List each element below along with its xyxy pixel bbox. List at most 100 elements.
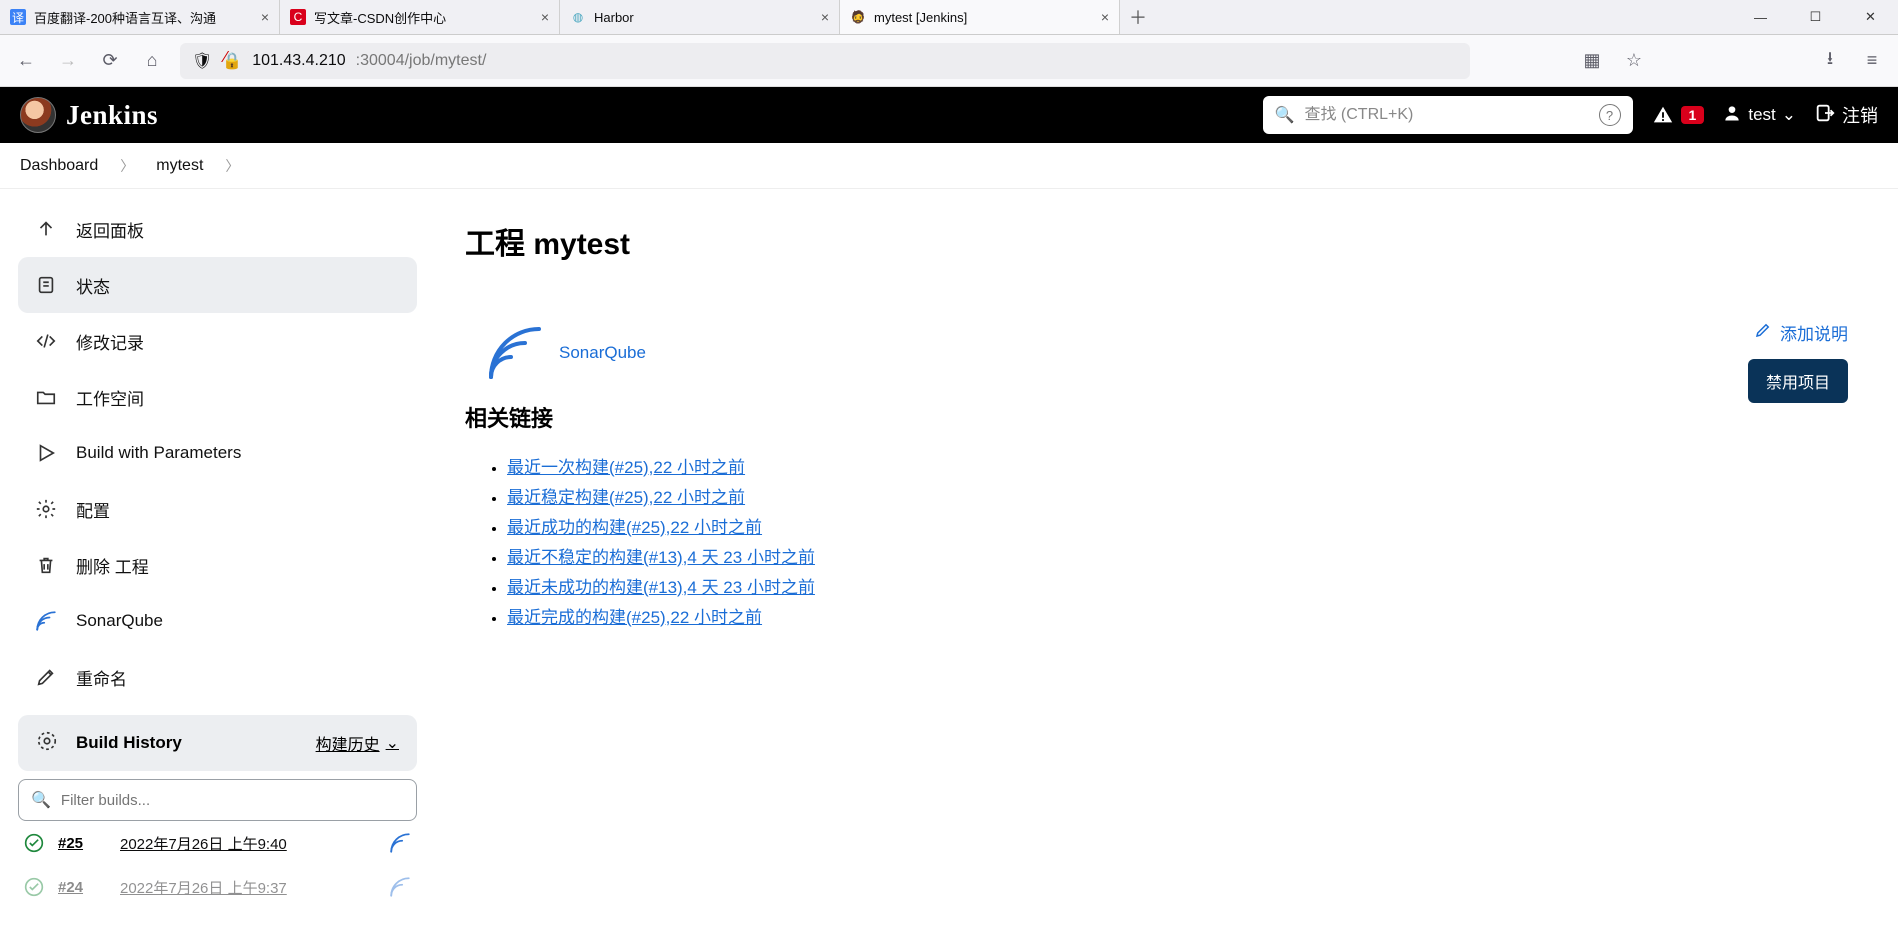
- sidebar-item-label: 重命名: [76, 665, 127, 690]
- logout-button[interactable]: 注销: [1814, 102, 1878, 129]
- qr-icon[interactable]: ▦: [1578, 47, 1606, 75]
- jenkins-logo-icon: [20, 97, 56, 133]
- tab-label: Harbor: [594, 10, 813, 25]
- bookmark-icon[interactable]: ☆: [1620, 47, 1648, 75]
- alerts[interactable]: 1: [1651, 103, 1705, 127]
- sonarqube-icon[interactable]: [389, 876, 411, 898]
- sidebar-item-build-params[interactable]: Build with Parameters: [18, 425, 417, 481]
- back-button[interactable]: ←: [12, 47, 40, 75]
- build-row[interactable]: #24 2022年7月26日 上午9:37: [18, 865, 417, 909]
- build-time[interactable]: 2022年7月26日 上午9:37: [120, 877, 375, 898]
- build-number[interactable]: #24: [58, 879, 106, 896]
- build-filter[interactable]: 🔍: [18, 779, 417, 821]
- crumb-dashboard[interactable]: Dashboard: [20, 157, 98, 175]
- user-name: test: [1748, 105, 1775, 125]
- build-number[interactable]: #25: [58, 835, 106, 852]
- sonarqube-icon[interactable]: [389, 832, 411, 854]
- browser-tab[interactable]: C 写文章-CSDN创作中心 ×: [280, 0, 560, 34]
- sidebar-item-label: SonarQube: [76, 611, 163, 631]
- add-description-button[interactable]: 添加说明: [1754, 320, 1848, 345]
- search-icon: 🔍: [31, 790, 51, 810]
- sidebar-item-changes[interactable]: 修改记录: [18, 313, 417, 369]
- browser-tab-active[interactable]: 🧔 mytest [Jenkins] ×: [840, 0, 1120, 34]
- chevron-right-icon: 〉: [225, 156, 239, 176]
- build-filter-input[interactable]: [61, 792, 404, 809]
- related-links-heading: 相关链接: [465, 401, 1848, 433]
- help-icon[interactable]: ?: [1599, 104, 1621, 126]
- code-icon: [34, 329, 58, 353]
- sidebar-item-workspace[interactable]: 工作空间: [18, 369, 417, 425]
- related-link[interactable]: 最近成功的构建(#25),22 小时之前: [507, 518, 762, 537]
- sidebar-item-delete[interactable]: 删除 工程: [18, 537, 417, 593]
- related-link[interactable]: 最近稳定构建(#25),22 小时之前: [507, 488, 745, 507]
- sidebar-item-rename[interactable]: 重命名: [18, 649, 417, 705]
- search-input[interactable]: [1304, 106, 1588, 124]
- sidebar-item-label: 删除 工程: [76, 553, 149, 578]
- disable-project-button[interactable]: 禁用项目: [1748, 359, 1848, 403]
- sidebar: 返回面板 状态 修改记录 工作空间 Build with Parameters …: [0, 189, 435, 944]
- browser-tab[interactable]: ◍ Harbor ×: [560, 0, 840, 34]
- sonarqube-label: SonarQube: [559, 343, 646, 363]
- close-window-button[interactable]: ✕: [1843, 0, 1898, 34]
- brand-text: Jenkins: [66, 100, 158, 131]
- maximize-button[interactable]: ☐: [1788, 0, 1843, 34]
- sidebar-item-label: 状态: [76, 273, 110, 298]
- success-icon: [24, 877, 44, 897]
- sidebar-item-label: 修改记录: [76, 329, 144, 354]
- browser-tab[interactable]: 译 百度翻译-200种语言互译、沟通 ×: [0, 0, 280, 34]
- crumb-job[interactable]: mytest: [156, 157, 203, 175]
- address-bar: ← → ⟳ ⌂ 🛡 🔒⁄ 101.43.4.210:30004/job/myte…: [0, 35, 1898, 87]
- logout-label: 注销: [1842, 102, 1878, 128]
- logo[interactable]: Jenkins: [20, 97, 158, 133]
- user-menu[interactable]: test ⌄: [1722, 103, 1796, 128]
- sonarqube-icon: [34, 609, 58, 633]
- close-icon[interactable]: ×: [261, 9, 269, 25]
- related-link[interactable]: 最近不稳定的构建(#13),4 天 23 小时之前: [507, 548, 815, 567]
- sidebar-item-status[interactable]: 状态: [18, 257, 417, 313]
- download-icon[interactable]: ⭳: [1816, 47, 1844, 75]
- sidebar-item-label: 返回面板: [76, 217, 144, 242]
- alert-count: 1: [1681, 106, 1705, 124]
- build-time[interactable]: 2022年7月26日 上午9:40: [120, 833, 375, 854]
- window-controls: ― ☐ ✕: [1733, 0, 1898, 34]
- build-row[interactable]: #25 2022年7月26日 上午9:40: [18, 821, 417, 865]
- forward-button[interactable]: →: [54, 47, 82, 75]
- gear-icon: [34, 497, 58, 521]
- folder-icon: [34, 385, 58, 409]
- sidebar-item-label: 工作空间: [76, 385, 144, 410]
- search-box[interactable]: 🔍 ?: [1263, 96, 1633, 134]
- menu-icon[interactable]: ≡: [1858, 47, 1886, 75]
- favicon: 译: [10, 9, 26, 25]
- sidebar-item-configure[interactable]: 配置: [18, 481, 417, 537]
- breadcrumb: Dashboard 〉 mytest 〉: [0, 143, 1898, 189]
- build-history-trend[interactable]: 构建历史 ⌄: [316, 731, 399, 755]
- related-link[interactable]: 最近一次构建(#25),22 小时之前: [507, 458, 745, 477]
- sonarqube-link[interactable]: SonarQube: [485, 323, 1848, 383]
- lock-slash-icon: 🔒⁄: [222, 51, 242, 71]
- favicon: 🧔: [850, 9, 866, 25]
- search-icon: 🔍: [1275, 105, 1295, 125]
- trash-icon: [34, 553, 58, 577]
- url-field[interactable]: 🛡 🔒⁄ 101.43.4.210:30004/job/mytest/: [180, 43, 1470, 79]
- warning-icon: [1651, 103, 1675, 127]
- build-history-title: Build History: [76, 733, 298, 753]
- pencil-icon: [1754, 321, 1772, 344]
- url-host: 101.43.4.210: [252, 52, 345, 70]
- favicon: ◍: [570, 9, 586, 25]
- main-content: 工程 mytest 添加说明 禁用项目 SonarQube 相关链接 最近一次构…: [435, 189, 1898, 944]
- browser-tab-strip: 译 百度翻译-200种语言互译、沟通 × C 写文章-CSDN创作中心 × ◍ …: [0, 0, 1898, 35]
- minimize-button[interactable]: ―: [1733, 0, 1788, 34]
- shield-icon: 🛡: [192, 51, 212, 71]
- close-icon[interactable]: ×: [821, 9, 829, 25]
- person-icon: [1722, 103, 1742, 128]
- new-tab-button[interactable]: ＋: [1120, 0, 1156, 34]
- sidebar-item-back[interactable]: 返回面板: [18, 201, 417, 257]
- home-button[interactable]: ⌂: [138, 47, 166, 75]
- related-link[interactable]: 最近未成功的构建(#13),4 天 23 小时之前: [507, 578, 815, 597]
- reload-button[interactable]: ⟳: [96, 47, 124, 75]
- related-link[interactable]: 最近完成的构建(#25),22 小时之前: [507, 608, 762, 627]
- favicon: C: [290, 9, 306, 25]
- close-icon[interactable]: ×: [541, 9, 549, 25]
- sidebar-item-sonarqube[interactable]: SonarQube: [18, 593, 417, 649]
- close-icon[interactable]: ×: [1101, 9, 1109, 25]
